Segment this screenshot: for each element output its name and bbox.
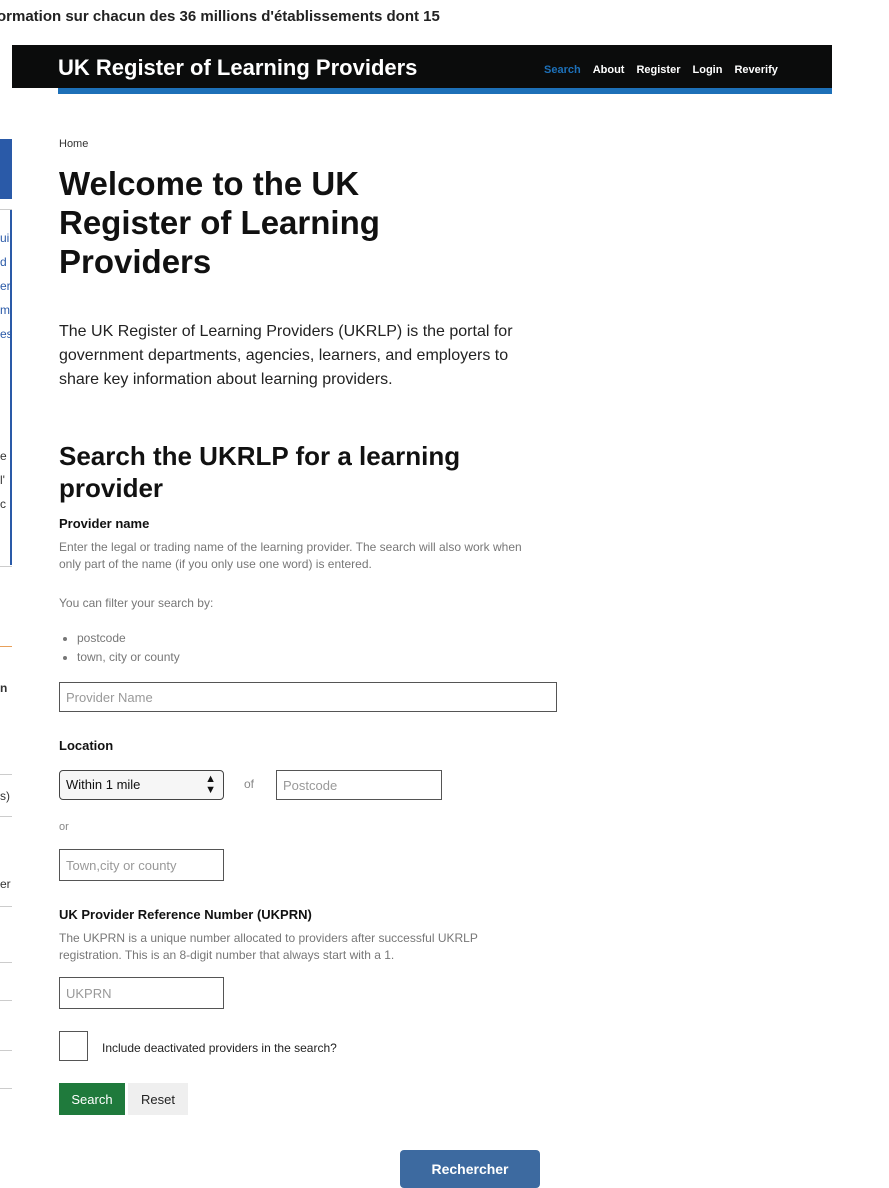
provider-name-hint: Enter the legal or trading name of the l… [59, 540, 522, 571]
intro-text: The UK Register of Learning Providers (U… [59, 323, 513, 388]
background-divider [0, 774, 12, 775]
site-title[interactable]: UK Register of Learning Providers [58, 55, 417, 81]
background-divider [0, 1050, 12, 1051]
search-button[interactable]: Search [59, 1083, 125, 1115]
postcode-input[interactable] [276, 770, 442, 800]
ukprn-hint: The UKPRN is a unique number allocated t… [59, 931, 478, 962]
breadcrumb[interactable]: Home [59, 138, 88, 150]
site-header: UK Register of Learning Providers Search… [12, 45, 832, 88]
location-label: Location [59, 738, 114, 753]
header-underline [58, 88, 832, 94]
include-deactivated-checkbox[interactable] [59, 1031, 88, 1061]
background-divider [0, 566, 12, 567]
background-left-strip: ui d er m es e l' c n s) er [0, 34, 13, 1187]
select-arrows-icon: ▲ ▼ [205, 773, 216, 796]
background-divider [0, 646, 12, 647]
or-text: or [59, 821, 69, 833]
filter-text: You can filter your search by: [59, 596, 214, 610]
nav-about[interactable]: About [593, 64, 625, 76]
ukprn-label: UK Provider Reference Number (UKPRN) [59, 907, 312, 922]
nav-register[interactable]: Register [636, 64, 680, 76]
provider-name-input[interactable] [59, 682, 557, 712]
of-text: of [244, 777, 255, 791]
nav-search[interactable]: Search [544, 64, 581, 76]
background-fragment: s) [0, 789, 10, 803]
distance-select-value: Within 1 mile [66, 777, 141, 792]
rechercher-button[interactable]: Rechercher [400, 1150, 540, 1188]
town-input[interactable] [59, 849, 224, 881]
provider-name-label: Provider name [59, 516, 150, 531]
include-deactivated-label[interactable]: Include deactivated providers in the sea… [102, 1041, 337, 1055]
top-navigation: Search About Register Login Reverify [544, 60, 790, 78]
background-fragment: c [0, 497, 6, 511]
background-fragment: e [0, 449, 7, 463]
background-banner: ormation sur chacun des 36 millions d'ét… [0, 0, 889, 34]
filter-list: postcode town, city or county [59, 629, 180, 667]
background-fragment: m [0, 303, 10, 317]
list-item: postcode [77, 629, 180, 648]
background-fragment: er [0, 877, 11, 891]
nav-login[interactable]: Login [693, 64, 723, 76]
background-divider [0, 962, 12, 963]
page-title: Welcome to the UK Register of Learning P… [59, 165, 380, 280]
background-fragment: ui [0, 231, 10, 245]
background-divider [0, 1000, 12, 1001]
background-fragment: er [0, 279, 11, 293]
background-fragment: n [0, 681, 8, 695]
background-fragment: es [0, 327, 13, 341]
list-item: town, city or county [77, 648, 180, 667]
ukrlp-page: UK Register of Learning Providers Search… [12, 34, 889, 1188]
background-divider [0, 906, 12, 907]
distance-select[interactable]: Within 1 mile ▲ ▼ [59, 770, 224, 800]
nav-reverify[interactable]: Reverify [734, 64, 777, 76]
background-banner-text: ormation sur chacun des 36 millions d'ét… [0, 8, 440, 25]
background-fragment: l' [0, 473, 5, 487]
background-fragment: d [0, 255, 7, 269]
background-divider [0, 816, 12, 817]
ukprn-input[interactable] [59, 977, 224, 1009]
reset-button[interactable]: Reset [128, 1083, 188, 1115]
background-divider [0, 1088, 12, 1089]
search-heading: Search the UKRLP for a learning provider [59, 441, 461, 503]
background-blue-bar [0, 139, 12, 199]
